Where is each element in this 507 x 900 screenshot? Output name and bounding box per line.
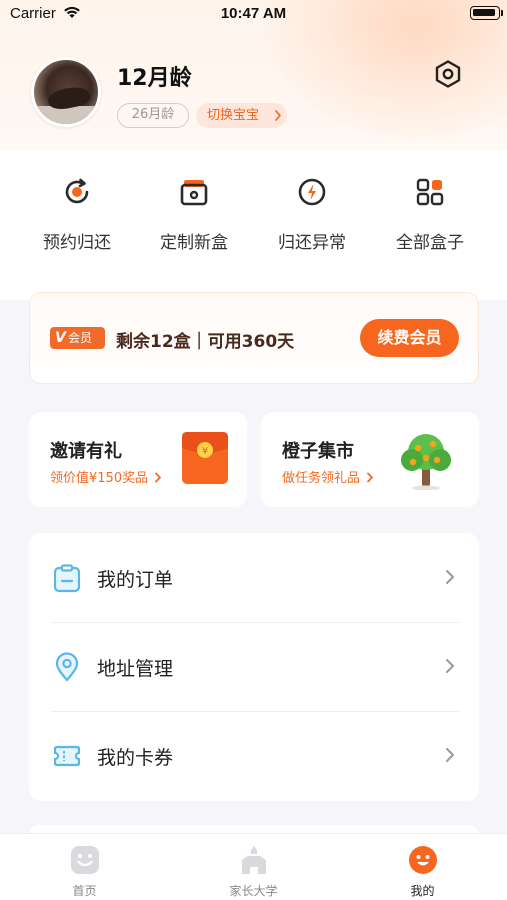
- chevron-right-icon: [367, 472, 374, 483]
- quick-action-custom-box[interactable]: 定制新盒: [144, 176, 244, 256]
- promo-title: 邀请有礼: [50, 441, 122, 462]
- tab-bar: 首页 家长大学 我的: [0, 833, 507, 900]
- lightning-icon: [298, 178, 326, 206]
- menu-list: 我的订单 地址管理 我的卡券: [29, 533, 479, 801]
- quick-action-label: 预约归还: [43, 233, 111, 253]
- chevron-right-icon: [446, 659, 454, 673]
- vip-summary: 剩余12盒｜可用360天: [116, 332, 295, 352]
- quick-action-label: 归还异常: [278, 233, 346, 253]
- smile-face-icon: [71, 846, 99, 874]
- orange-tree-icon: [401, 434, 451, 490]
- menu-item-address[interactable]: 地址管理: [29, 622, 479, 711]
- chevron-right-icon: [155, 472, 162, 483]
- quick-action-label: 全部盒子: [396, 233, 464, 253]
- red-envelope-icon: ¥: [182, 432, 228, 484]
- menu-item-label: 我的订单: [97, 569, 174, 591]
- clipboard-icon: [53, 564, 81, 593]
- svg-text:¥: ¥: [202, 446, 208, 457]
- tab-mine[interactable]: 我的: [338, 834, 507, 900]
- avatar[interactable]: [31, 57, 101, 127]
- grid-icon: [416, 178, 444, 206]
- profile-screen: Carrier 10:47 AM 12月龄 26月龄 切换宝宝 预约归还 定制新…: [0, 0, 507, 900]
- location-pin-icon: [55, 652, 79, 682]
- switch-baby-label: 切换宝宝: [207, 108, 260, 123]
- quick-action-return-exception[interactable]: 归还异常: [262, 176, 362, 256]
- vip-badge-text: 会员: [68, 331, 93, 345]
- tab-parent-university[interactable]: 家长大学: [169, 834, 338, 900]
- promo-subtitle: 做任务领礼品: [282, 467, 374, 486]
- battery-cap: [501, 10, 503, 16]
- quick-action-reserve-return[interactable]: 预约归还: [27, 176, 127, 256]
- university-icon: [242, 846, 266, 874]
- tab-home[interactable]: 首页: [0, 834, 169, 900]
- baby-name: 12月龄: [117, 66, 192, 91]
- tab-label: 我的: [410, 884, 435, 898]
- chevron-right-icon: [446, 748, 454, 762]
- promo-subtitle: 领价值¥150奖品: [50, 467, 162, 486]
- box-icon: [180, 180, 208, 206]
- menu-item-coupons[interactable]: 我的卡券: [29, 711, 479, 800]
- quick-action-all-boxes[interactable]: 全部盒子: [380, 176, 480, 256]
- clock: 10:47 AM: [220, 5, 287, 22]
- vip-card[interactable]: V 会员 剩余12盒｜可用360天 续费会员: [29, 292, 479, 384]
- vip-badge-letter: V: [55, 330, 66, 346]
- promo-invite-card[interactable]: 邀请有礼 领价值¥150奖品 ¥: [29, 412, 247, 507]
- chevron-right-icon: [275, 110, 281, 121]
- menu-item-orders[interactable]: 我的订单: [29, 533, 479, 622]
- switch-baby-button[interactable]: 切换宝宝: [196, 103, 287, 128]
- menu-item-label: 地址管理: [97, 658, 174, 680]
- menu-item-label: 我的卡券: [97, 747, 174, 769]
- tab-label: 家长大学: [229, 884, 278, 898]
- chevron-right-icon: [446, 570, 454, 584]
- tab-label: 首页: [72, 884, 97, 898]
- profile-face-icon: [409, 846, 437, 874]
- battery-icon: [470, 6, 500, 20]
- quick-action-label: 定制新盒: [160, 233, 228, 253]
- age-tag: 26月龄: [117, 103, 189, 128]
- settings-gear-icon[interactable]: [432, 58, 464, 90]
- status-bar: Carrier 10:47 AM: [0, 0, 507, 30]
- refresh-icon: [65, 178, 89, 204]
- promo-title: 橙子集市: [282, 441, 354, 462]
- vip-badge: V 会员: [50, 327, 105, 349]
- ticket-icon: [53, 745, 81, 767]
- renew-vip-button[interactable]: 续费会员: [360, 319, 459, 357]
- promo-market-card[interactable]: 橙子集市 做任务领礼品: [261, 412, 479, 507]
